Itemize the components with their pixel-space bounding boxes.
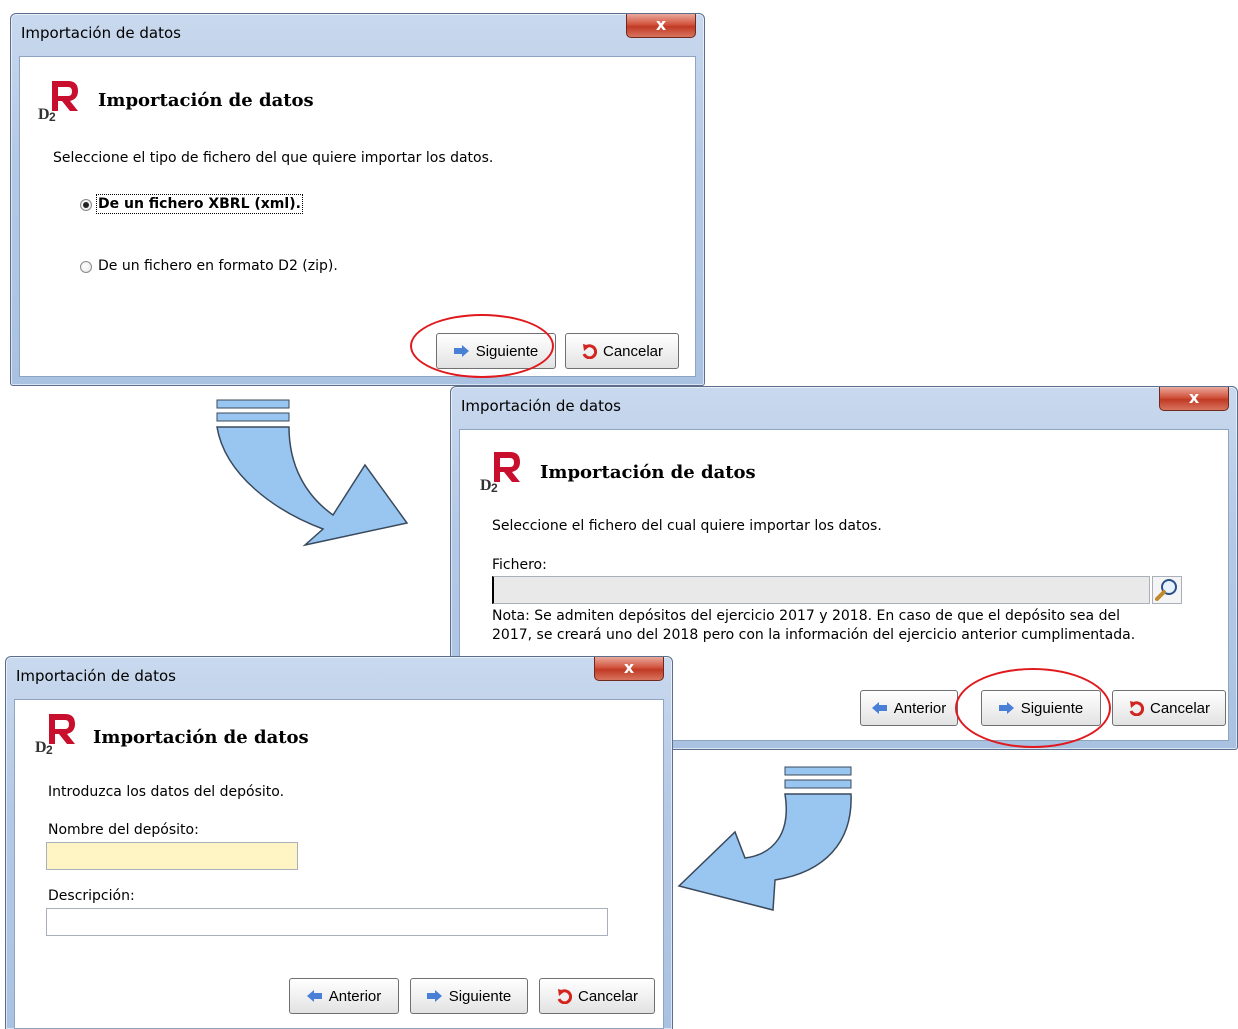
highlight-next-1	[410, 314, 554, 378]
deposit-name-label: Nombre del depósito:	[48, 822, 199, 838]
description-input[interactable]	[46, 908, 608, 936]
flow-arrow-1	[216, 399, 409, 547]
description-label: Descripción:	[48, 888, 135, 904]
back-button[interactable]: Anterior	[860, 690, 958, 726]
cancel-icon	[556, 988, 572, 1004]
cancel-button[interactable]: Cancelar	[565, 333, 679, 369]
arrow-tail-bar-1	[216, 399, 290, 409]
back-label: Anterior	[328, 987, 382, 1005]
radio-d2-zip[interactable]	[80, 261, 92, 273]
instruction-text: Introduzca los datos del depósito.	[48, 784, 285, 800]
close-button[interactable]: x	[1159, 387, 1229, 411]
dialog-file-type: Importación de datos x Importación de da…	[10, 13, 705, 386]
d2-logo	[35, 712, 77, 756]
option-d2-zip-label[interactable]: De un fichero en formato D2 (zip).	[98, 258, 338, 274]
radio-xbrl[interactable]	[80, 199, 92, 211]
window-title: Importación de datos	[16, 667, 176, 685]
next-label: Siguiente	[448, 987, 512, 1005]
dialog-header: Importación de datos	[98, 90, 314, 111]
cancel-button[interactable]: Cancelar	[1112, 690, 1226, 726]
highlight-next-2	[955, 668, 1111, 748]
back-label: Anterior	[893, 699, 947, 717]
arrow-tail-bar-2	[784, 779, 852, 789]
deposit-name-input[interactable]	[46, 842, 298, 870]
d2-logo	[480, 450, 522, 494]
dialog-header: Importación de datos	[93, 727, 309, 748]
cancel-label: Cancelar	[577, 987, 639, 1005]
flow-arrow-2	[677, 766, 852, 911]
option-xbrl-label[interactable]: De un fichero XBRL (xml).	[96, 194, 303, 214]
note-line-2: 2017, se creará uno del 2018 pero con la…	[492, 627, 1136, 643]
arrow-left-icon	[306, 990, 322, 1002]
title-bar[interactable]: Importación de datos x	[11, 14, 704, 56]
arrow-tail-bar-2	[216, 412, 290, 422]
window-title: Importación de datos	[21, 24, 181, 42]
arrow-body-1	[216, 426, 409, 547]
arrow-right-icon	[426, 990, 442, 1002]
cancel-label: Cancelar	[602, 342, 664, 360]
title-bar[interactable]: Importación de datos x	[6, 657, 672, 699]
note-line-1: Nota: Se admiten depósitos del ejercicio…	[492, 608, 1120, 624]
dialog-body: Importación de datos Introduzca los dato…	[14, 699, 664, 1029]
title-bar[interactable]: Importación de datos x	[451, 387, 1237, 429]
cancel-label: Cancelar	[1149, 699, 1211, 717]
cancel-icon	[1128, 700, 1144, 716]
window-title: Importación de datos	[461, 397, 621, 415]
arrow-tail-bar-1	[784, 766, 852, 776]
close-button[interactable]: x	[626, 14, 696, 38]
next-button[interactable]: Siguiente	[410, 978, 528, 1014]
dialog-deposit-data: Importación de datos x Importación de da…	[5, 656, 673, 1029]
file-path-input[interactable]	[492, 576, 1150, 604]
instruction-text: Seleccione el tipo de fichero del que qu…	[53, 150, 494, 166]
dialog-body: Importación de datos Seleccione el tipo …	[19, 56, 696, 377]
magnifier-icon	[1155, 579, 1177, 601]
browse-button[interactable]	[1152, 576, 1182, 604]
file-label: Fichero:	[492, 557, 547, 573]
close-button[interactable]: x	[594, 657, 664, 681]
back-button[interactable]: Anterior	[289, 978, 399, 1014]
instruction-text: Seleccione el fichero del cual quiere im…	[492, 518, 882, 534]
dialog-header: Importación de datos	[540, 462, 756, 483]
cancel-icon	[581, 343, 597, 359]
arrow-body-2	[677, 793, 852, 911]
arrow-left-icon	[871, 702, 887, 714]
d2-logo	[38, 79, 80, 123]
cancel-button[interactable]: Cancelar	[539, 978, 655, 1014]
